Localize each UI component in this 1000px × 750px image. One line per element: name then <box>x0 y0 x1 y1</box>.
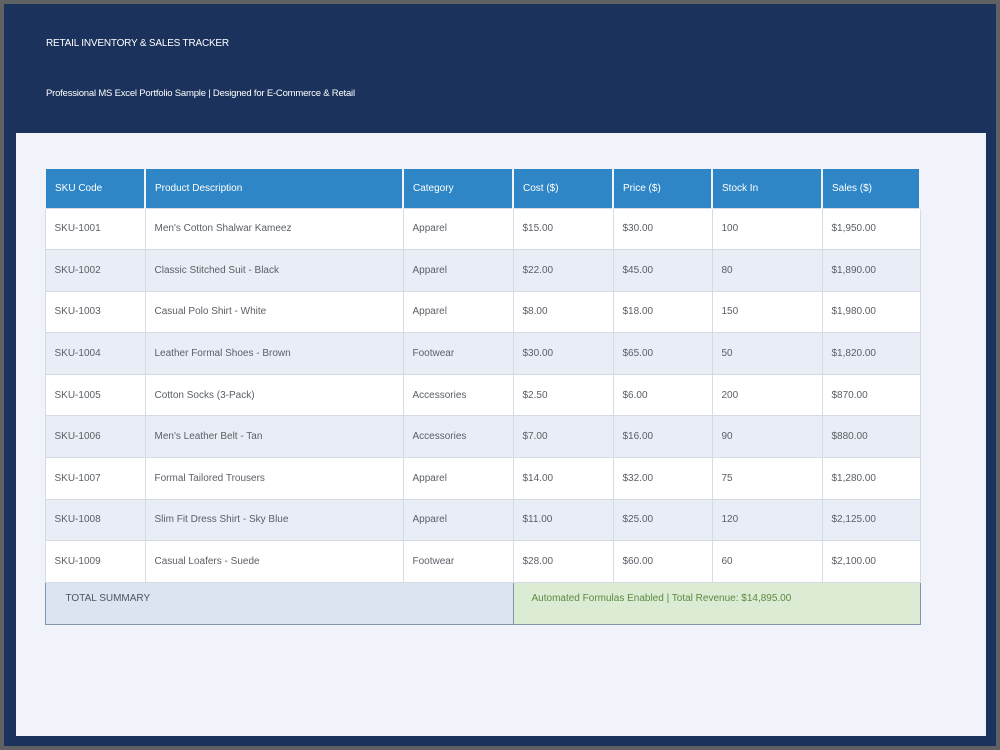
stock-in-cell[interactable]: 80 <box>711 249 823 292</box>
cost-cell[interactable]: $22.00 <box>512 249 614 292</box>
stock-in-header[interactable]: Stock In <box>711 167 823 209</box>
sales-cell[interactable]: $870.00 <box>821 373 921 417</box>
category-cell[interactable]: Accessories <box>402 415 514 459</box>
sku-code-cell[interactable]: SKU-1005 <box>44 373 146 417</box>
category-cell[interactable]: Footwear <box>402 540 514 583</box>
category-cell[interactable]: Apparel <box>402 249 514 292</box>
price-cell[interactable]: $25.00 <box>612 498 713 542</box>
stock-in-cell[interactable]: 75 <box>711 457 823 500</box>
stock-in-cell[interactable]: 50 <box>711 332 823 375</box>
price-cell[interactable]: $6.00 <box>612 373 713 417</box>
stock-in-cell[interactable]: 100 <box>711 207 823 251</box>
price-cell[interactable]: $60.00 <box>612 540 713 583</box>
cost-cell[interactable]: $7.00 <box>512 415 614 459</box>
category-cell[interactable]: Apparel <box>402 498 514 542</box>
table-row: SKU-1004 Leather Formal Shoes - Brown Foot… <box>44 332 921 375</box>
sales-cell[interactable]: $2,100.00 <box>821 540 921 583</box>
price-cell[interactable]: $45.00 <box>612 249 713 292</box>
table-row: SKU-1003 Casual Polo Shirt - White Apparel… <box>44 290 921 334</box>
product-description-cell[interactable]: Men's Cotton Shalwar Kameez <box>144 207 404 251</box>
cost-cell[interactable]: $14.00 <box>512 457 614 500</box>
cost-cell[interactable]: $15.00 <box>512 207 614 251</box>
price-header[interactable]: Price ($) <box>612 167 713 209</box>
table-row: SKU-1005 Cotton Socks (3-Pack) Accessories… <box>44 373 921 417</box>
table-body: SKU-1001 Men's Cotton Shalwar Kameez Appar… <box>44 207 921 625</box>
stock-in-cell[interactable]: 200 <box>711 373 823 417</box>
total-revenue-cell[interactable]: Automated Formulas Enabled | Total Reven… <box>512 581 921 625</box>
sku-code-cell[interactable]: SKU-1006 <box>44 415 146 459</box>
total-summary-label[interactable]: TOTAL SUMMARY <box>44 581 514 625</box>
table-header-row: SKU Code Product Description Category Cost … <box>44 167 921 209</box>
price-cell[interactable]: $65.00 <box>612 332 713 375</box>
product-description-cell[interactable]: Casual Polo Shirt - White <box>144 290 404 334</box>
sales-cell[interactable]: $1,280.00 <box>821 457 921 500</box>
category-cell[interactable]: Apparel <box>402 290 514 334</box>
category-header[interactable]: Category <box>402 167 514 209</box>
price-cell[interactable]: $32.00 <box>612 457 713 500</box>
sku-code-cell[interactable]: SKU-1009 <box>44 540 146 583</box>
product-description-cell[interactable]: Men's Leather Belt - Tan <box>144 415 404 459</box>
sku-code-cell[interactable]: SKU-1002 <box>44 249 146 292</box>
document-frame: RETAIL INVENTORY & SALES TRACKER Profess… <box>4 4 996 746</box>
page-title: RETAIL INVENTORY & SALES TRACKER <box>46 38 229 49</box>
stock-in-cell[interactable]: 120 <box>711 498 823 542</box>
price-cell[interactable]: $18.00 <box>612 290 713 334</box>
summary-row: TOTAL SUMMARY Automated Formulas Enabled … <box>44 581 921 625</box>
sales-cell[interactable]: $1,890.00 <box>821 249 921 292</box>
stock-in-cell[interactable]: 90 <box>711 415 823 459</box>
sku-code-cell[interactable]: SKU-1007 <box>44 457 146 500</box>
sales-cell[interactable]: $1,820.00 <box>821 332 921 375</box>
inventory-table: SKU Code Product Description Category Cost … <box>44 167 921 625</box>
category-cell[interactable]: Accessories <box>402 373 514 417</box>
sku-code-header[interactable]: SKU Code <box>44 167 146 209</box>
sku-code-cell[interactable]: SKU-1001 <box>44 207 146 251</box>
stock-in-cell[interactable]: 150 <box>711 290 823 334</box>
sku-code-cell[interactable]: SKU-1004 <box>44 332 146 375</box>
table-row: SKU-1006 Men's Leather Belt - Tan Accessor… <box>44 415 921 459</box>
table-row: SKU-1008 Slim Fit Dress Shirt - Sky Blue A… <box>44 498 921 542</box>
table-row: SKU-1009 Casual Loafers - Suede Footwear $2… <box>44 540 921 583</box>
table-row: SKU-1002 Classic Stitched Suit - Black App… <box>44 249 921 292</box>
product-description-cell[interactable]: Classic Stitched Suit - Black <box>144 249 404 292</box>
cost-cell[interactable]: $11.00 <box>512 498 614 542</box>
cost-cell[interactable]: $30.00 <box>512 332 614 375</box>
sales-cell[interactable]: $1,950.00 <box>821 207 921 251</box>
sku-code-cell[interactable]: SKU-1003 <box>44 290 146 334</box>
cost-cell[interactable]: $2.50 <box>512 373 614 417</box>
product-description-cell[interactable]: Leather Formal Shoes - Brown <box>144 332 404 375</box>
product-description-cell[interactable]: Slim Fit Dress Shirt - Sky Blue <box>144 498 404 542</box>
sales-cell[interactable]: $1,980.00 <box>821 290 921 334</box>
category-cell[interactable]: Apparel <box>402 457 514 500</box>
page-subtitle: Professional MS Excel Portfolio Sample |… <box>46 88 355 99</box>
sales-header[interactable]: Sales ($) <box>821 167 921 209</box>
price-cell[interactable]: $16.00 <box>612 415 713 459</box>
spreadsheet-area: SKU Code Product Description Category Cost … <box>16 133 986 736</box>
table-row: SKU-1001 Men's Cotton Shalwar Kameez Appar… <box>44 207 921 251</box>
product-description-header[interactable]: Product Description <box>144 167 404 209</box>
product-description-cell[interactable]: Cotton Socks (3-Pack) <box>144 373 404 417</box>
sales-cell[interactable]: $2,125.00 <box>821 498 921 542</box>
product-description-cell[interactable]: Formal Tailored Trousers <box>144 457 404 500</box>
cost-header[interactable]: Cost ($) <box>512 167 614 209</box>
cost-cell[interactable]: $28.00 <box>512 540 614 583</box>
category-cell[interactable]: Footwear <box>402 332 514 375</box>
product-description-cell[interactable]: Casual Loafers - Suede <box>144 540 404 583</box>
stock-in-cell[interactable]: 60 <box>711 540 823 583</box>
sales-cell[interactable]: $880.00 <box>821 415 921 459</box>
table-row: SKU-1007 Formal Tailored Trousers Apparel $… <box>44 457 921 500</box>
category-cell[interactable]: Apparel <box>402 207 514 251</box>
price-cell[interactable]: $30.00 <box>612 207 713 251</box>
cost-cell[interactable]: $8.00 <box>512 290 614 334</box>
sku-code-cell[interactable]: SKU-1008 <box>44 498 146 542</box>
